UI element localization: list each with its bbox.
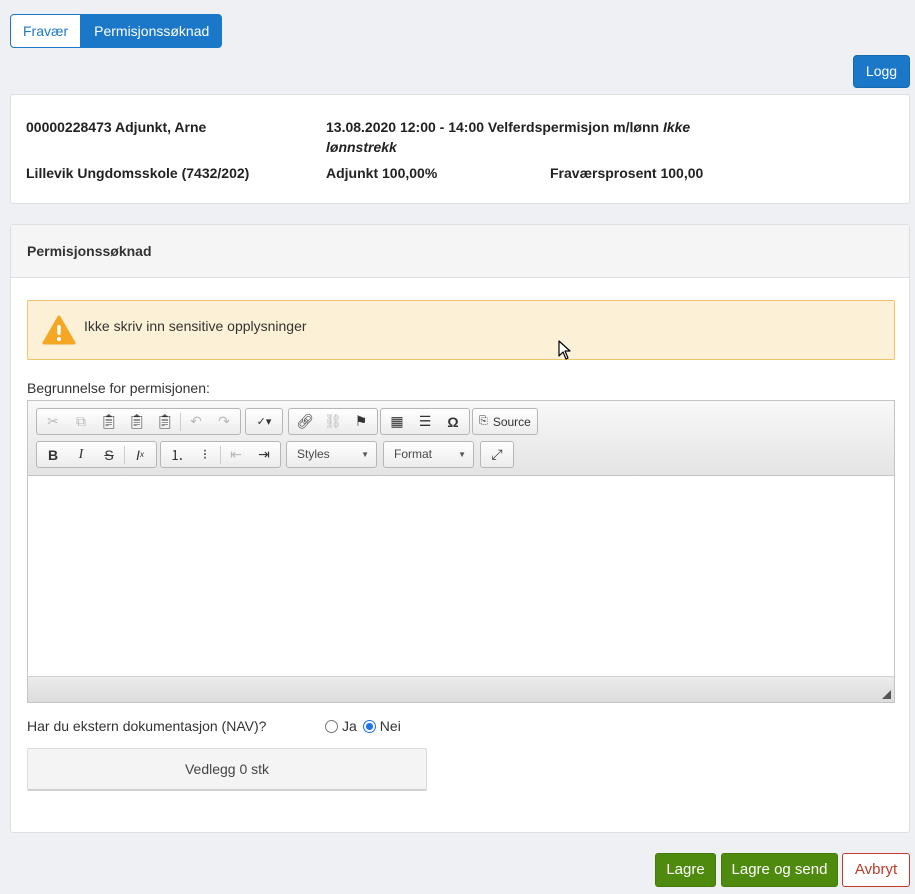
external-doc-label: Har du ekstern dokumentasjon (NAV)? bbox=[27, 718, 267, 734]
application-panel: Permisjonssøknad Ikke skriv inn sensitiv… bbox=[10, 224, 910, 833]
radio-yes[interactable] bbox=[325, 719, 338, 733]
styles-label: Styles bbox=[297, 447, 330, 461]
cut-icon[interactable]: ✂ bbox=[39, 410, 67, 433]
spellcheck-icon[interactable]: ✓▾ bbox=[248, 410, 280, 433]
school-info: Lillevik Ungdomsskole (7432/202) bbox=[26, 165, 250, 181]
strikethrough-icon[interactable]: S bbox=[95, 443, 123, 466]
period-note-1: Ikke bbox=[662, 119, 691, 135]
radio-no-label: Nei bbox=[379, 718, 401, 734]
period-note-2: lønnstrekk bbox=[326, 139, 397, 155]
maximize-icon[interactable]: ⤢ bbox=[483, 443, 511, 466]
maximize-group: ⤢ bbox=[480, 441, 514, 468]
tab-bar: Fravær Permisjonssøknad bbox=[10, 14, 223, 48]
paste-word-icon[interactable]: 📋︎ bbox=[151, 410, 179, 433]
anchor-flag-icon[interactable]: ⚑ bbox=[347, 410, 375, 433]
link-icon[interactable]: 🔗︎ bbox=[291, 410, 319, 433]
period-text: 13.08.2020 12:00 - 14:00 Velferdspermisj… bbox=[326, 119, 660, 135]
paste-text-icon[interactable]: 📋︎ bbox=[123, 410, 151, 433]
editor-footer bbox=[28, 676, 894, 702]
cancel-button[interactable]: Avbryt bbox=[842, 853, 910, 887]
numbered-list-icon[interactable]: ⒈ bbox=[163, 443, 191, 466]
unlink-icon[interactable]: ⛓ bbox=[319, 410, 347, 433]
logg-button[interactable]: Logg bbox=[853, 55, 910, 88]
reason-label: Begrunnelse for permisjonen: bbox=[27, 380, 210, 396]
period-info: 13.08.2020 12:00 - 14:00 Velferdspermisj… bbox=[326, 117, 746, 157]
bold-icon[interactable]: B bbox=[39, 443, 67, 466]
chevron-down-icon: ▼ bbox=[361, 450, 369, 459]
save-button[interactable]: Lagre bbox=[655, 853, 716, 887]
paste-icon[interactable]: 📋︎ bbox=[95, 410, 123, 433]
italic-icon[interactable]: I bbox=[67, 443, 95, 466]
warning-alert: Ikke skriv inn sensitive opplysninger bbox=[27, 300, 895, 360]
source-icon: ⎘ bbox=[479, 415, 488, 427]
radio-no[interactable] bbox=[362, 719, 376, 733]
styles-dropdown[interactable]: Styles ▼ bbox=[286, 441, 377, 468]
special-char-icon[interactable]: Ω bbox=[439, 410, 467, 433]
attachments-button[interactable]: Vedlegg 0 stk bbox=[27, 748, 427, 791]
tab-permisjonssoknad[interactable]: Permisjonssøknad bbox=[81, 14, 223, 48]
horizontal-line-icon[interactable]: ☰ bbox=[411, 410, 439, 433]
editor-content[interactable] bbox=[28, 476, 894, 676]
info-panel: 00000228473 Adjunkt, Arne 13.08.2020 12:… bbox=[10, 94, 910, 204]
toolbar-separator bbox=[180, 412, 181, 431]
undo-icon[interactable]: ↶ bbox=[182, 410, 210, 433]
resize-handle-icon[interactable] bbox=[882, 690, 891, 699]
format-label: Format bbox=[394, 447, 433, 461]
source-label: Source bbox=[492, 414, 531, 429]
list-group: ⒈ ⁝ ⇤ ⇥ bbox=[160, 441, 281, 468]
external-doc-radio-group: Ja Nei bbox=[325, 718, 407, 734]
copy-icon[interactable]: ⧉ bbox=[67, 410, 95, 433]
source-button[interactable]: ⎘ Source bbox=[472, 408, 538, 435]
editor-toolbar: ✂ ⧉ 📋︎ 📋︎ 📋︎ ↶ ↷ ✓▾ 🔗︎ ⛓ ⚑ ▦ ☰ Ω ⎘ Sourc… bbox=[28, 401, 894, 476]
mouse-cursor-icon bbox=[558, 340, 571, 360]
employee-info: 00000228473 Adjunkt, Arne bbox=[26, 119, 207, 135]
panel-title: Permisjonssøknad bbox=[11, 225, 909, 278]
outdent-icon[interactable]: ⇤ bbox=[222, 443, 250, 466]
table-icon[interactable]: ▦ bbox=[383, 410, 411, 433]
insert-group: ▦ ☰ Ω bbox=[380, 408, 470, 435]
format-dropdown[interactable]: Format ▼ bbox=[383, 441, 474, 468]
clipboard-group: ✂ ⧉ 📋︎ 📋︎ 📋︎ ↶ ↷ bbox=[36, 408, 241, 435]
indent-icon[interactable]: ⇥ bbox=[250, 443, 278, 466]
chevron-down-icon: ▼ bbox=[458, 450, 466, 459]
toolbar-separator bbox=[220, 445, 221, 464]
warning-icon bbox=[42, 315, 76, 345]
toolbar-separator bbox=[124, 445, 125, 464]
redo-icon[interactable]: ↷ bbox=[210, 410, 238, 433]
save-and-send-button[interactable]: Lagre og send bbox=[721, 853, 838, 887]
warning-text: Ikke skriv inn sensitive opplysninger bbox=[84, 318, 307, 334]
remove-format-icon[interactable]: Ix bbox=[126, 443, 154, 466]
spellcheck-group: ✓▾ bbox=[245, 408, 283, 435]
bulleted-list-icon[interactable]: ⁝ bbox=[191, 443, 219, 466]
radio-yes-label: Ja bbox=[342, 718, 357, 734]
format-group: B I S Ix bbox=[36, 441, 157, 468]
link-group: 🔗︎ ⛓ ⚑ bbox=[288, 408, 378, 435]
position-info: Adjunkt 100,00% bbox=[326, 165, 438, 181]
tab-fravaer[interactable]: Fravær bbox=[10, 14, 82, 48]
absence-percent-info: Fraværsprosent 100,00 bbox=[550, 165, 704, 181]
rich-text-editor: ✂ ⧉ 📋︎ 📋︎ 📋︎ ↶ ↷ ✓▾ 🔗︎ ⛓ ⚑ ▦ ☰ Ω ⎘ Sourc… bbox=[27, 400, 895, 703]
